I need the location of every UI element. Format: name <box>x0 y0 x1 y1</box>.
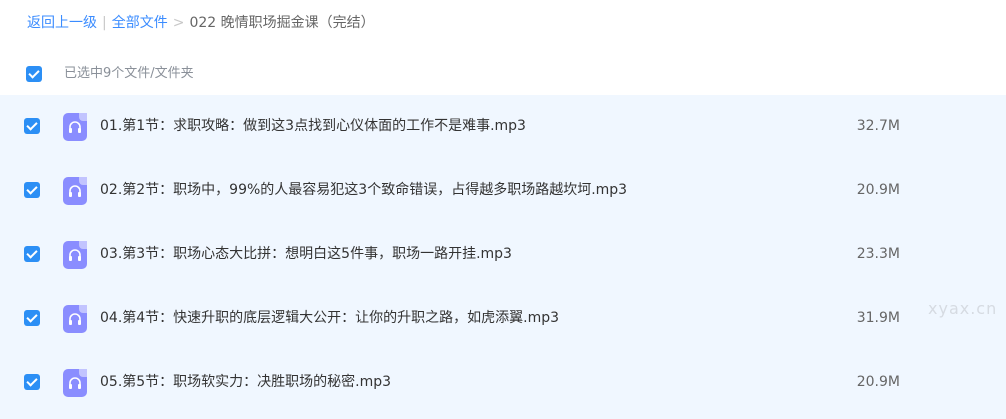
file-size: 31.9M <box>856 310 900 326</box>
headphones-icon <box>63 241 87 269</box>
selection-count: 已选中9个文件/文件夹 <box>64 66 194 81</box>
file-row[interactable]: 02.第2节：职场中，99%的人最容易犯这3个致命错误，占得越多职场路越坎坷.m… <box>0 159 1006 223</box>
file-size: 20.9M <box>856 182 900 198</box>
file-list: 01.第1节：求职攻略：做到这3点找到心仪体面的工作不是难事.mp3 32.7M… <box>0 95 1006 419</box>
breadcrumb-separator: | <box>102 15 107 31</box>
file-checkbox[interactable] <box>24 182 40 198</box>
file-size: 32.7M <box>856 118 900 134</box>
file-checkbox[interactable] <box>24 310 40 326</box>
file-row[interactable]: 01.第1节：求职攻略：做到这3点找到心仪体面的工作不是难事.mp3 32.7M <box>0 95 1006 159</box>
selection-bar: 已选中9个文件/文件夹 <box>0 60 1006 88</box>
file-name[interactable]: 03.第3节：职场心态大比拼：想明白这5件事，职场一路开挂.mp3 <box>100 243 512 265</box>
headphones-icon <box>63 369 87 397</box>
breadcrumb: 返回上一级 | 全部文件 >022 晚情职场掘金课（完结） <box>27 13 375 33</box>
file-name[interactable]: 05.第5节：职场软实力：决胜职场的秘密.mp3 <box>100 371 391 393</box>
file-checkbox[interactable] <box>24 118 40 134</box>
select-all-checkbox[interactable] <box>26 66 42 82</box>
file-row[interactable]: 05.第5节：职场软实力：决胜职场的秘密.mp3 20.9M <box>0 351 1006 415</box>
file-size: 23.3M <box>856 246 900 262</box>
file-row[interactable]: 03.第3节：职场心态大比拼：想明白这5件事，职场一路开挂.mp3 23.3M <box>0 223 1006 287</box>
headphones-icon <box>63 305 87 333</box>
watermark: xyax.cn <box>928 299 998 318</box>
file-row[interactable]: 04.第4节：快速升职的底层逻辑大公开：让你的升职之路，如虎添翼.mp3 31.… <box>0 287 1006 351</box>
file-name[interactable]: 01.第1节：求职攻略：做到这3点找到心仪体面的工作不是难事.mp3 <box>100 115 526 137</box>
file-checkbox[interactable] <box>24 246 40 262</box>
file-name[interactable]: 02.第2节：职场中，99%的人最容易犯这3个致命错误，占得越多职场路越坎坷.m… <box>100 179 627 201</box>
breadcrumb-separator: > <box>172 15 185 31</box>
headphones-icon <box>63 177 87 205</box>
back-link[interactable]: 返回上一级 <box>27 15 97 31</box>
file-checkbox[interactable] <box>24 374 40 390</box>
all-files-link[interactable]: 全部文件 <box>112 15 168 31</box>
current-folder: 022 晚情职场掘金课（完结） <box>189 15 375 31</box>
file-name[interactable]: 04.第4节：快速升职的底层逻辑大公开：让你的升职之路，如虎添翼.mp3 <box>100 307 559 329</box>
headphones-icon <box>63 113 87 141</box>
file-size: 20.9M <box>856 374 900 390</box>
